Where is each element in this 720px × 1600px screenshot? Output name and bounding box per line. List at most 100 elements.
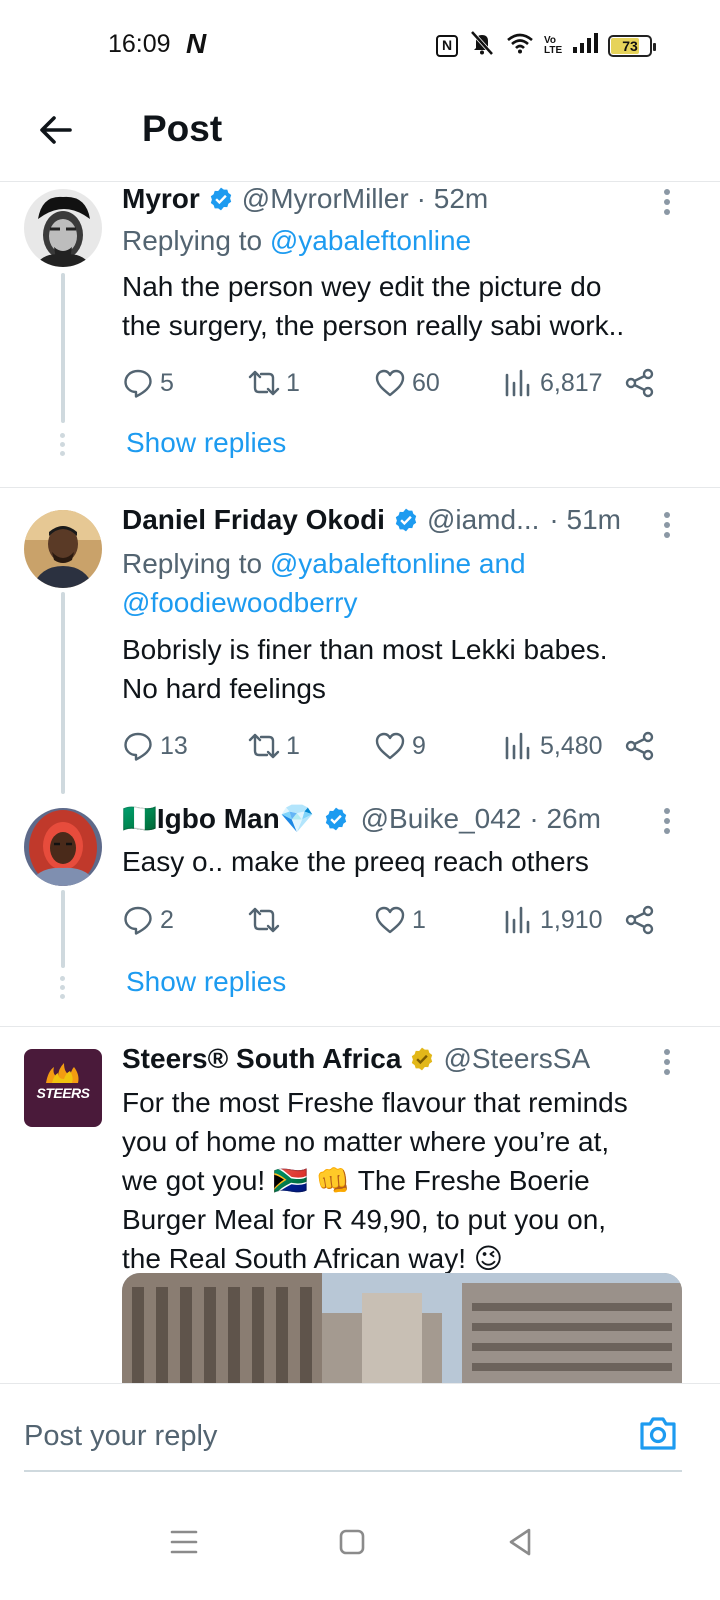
- reply-input[interactable]: Post your reply: [24, 1420, 217, 1453]
- gold-verified-badge-icon: [412, 1047, 433, 1071]
- views-button[interactable]: 6,817: [502, 363, 603, 403]
- author-handle[interactable]: @Buike_042: [361, 803, 522, 835]
- wifi-icon: [506, 32, 534, 59]
- tweet-header: 🇳🇬Igbo Man💎 @Buike_042 · 26m: [122, 802, 680, 835]
- repost-button[interactable]: 1: [248, 726, 300, 766]
- status-time: 16:09: [108, 30, 171, 58]
- back-nav-icon[interactable]: [500, 1522, 540, 1562]
- mention-link[interactable]: @yabaleftonline: [270, 225, 471, 256]
- signal-icon: [572, 32, 598, 59]
- repost-count: 1: [286, 731, 300, 760]
- author-name[interactable]: Daniel Friday Okodi: [122, 504, 385, 536]
- heart-icon: [375, 369, 405, 397]
- author-handle[interactable]: @MyrorMiller: [242, 183, 409, 215]
- tweet-myror[interactable]: Myror @MyrorMiller · 52m Replying to @ya…: [0, 183, 720, 488]
- verified-badge-icon: [210, 187, 231, 211]
- text-line: Nah the person wey edit the picture do: [122, 271, 602, 302]
- repost-button[interactable]: 1: [248, 363, 300, 403]
- more-options-icon[interactable]: [664, 189, 672, 219]
- avatar[interactable]: [24, 510, 102, 588]
- avatar[interactable]: [24, 808, 102, 886]
- tweet-time: · 51m: [549, 504, 621, 535]
- text-line: Easy o.. make the preeq reach others: [122, 846, 589, 877]
- text-line: you of home no matter where you’re at,: [122, 1126, 610, 1157]
- thread-dots: [60, 976, 66, 1003]
- avatar[interactable]: [24, 189, 102, 267]
- tweet-text: Nah the person wey edit the picture do t…: [122, 267, 676, 345]
- tweet-text: For the most Freshe flavour that reminds…: [122, 1083, 680, 1278]
- tweet-media-image[interactable]: [122, 1273, 682, 1383]
- repost-button[interactable]: [248, 900, 286, 940]
- back-arrow-icon[interactable]: [36, 110, 76, 150]
- share-button[interactable]: [624, 900, 662, 940]
- status-icons: N Vo LTE 73: [436, 30, 656, 61]
- text-line: For the most Freshe flavour that reminds: [122, 1087, 628, 1118]
- views-icon: [505, 369, 530, 397]
- author-name[interactable]: Steers® South Africa: [122, 1043, 401, 1075]
- reply-button[interactable]: 13: [122, 726, 188, 766]
- text-line: Burger Meal for R 49,90, to put you on,: [122, 1204, 607, 1235]
- more-options-icon[interactable]: [664, 512, 672, 542]
- mention-link[interactable]: @yabaleftonline and: [270, 548, 526, 579]
- mention-link[interactable]: @foodiewoodberry: [122, 583, 680, 622]
- author-name[interactable]: 🇳🇬Igbo Man💎: [122, 802, 315, 835]
- like-count: 1: [412, 905, 426, 934]
- battery-level: 73: [622, 37, 638, 54]
- replying-to: Replying to @yabaleftonline: [122, 221, 680, 260]
- like-count: 9: [412, 731, 426, 760]
- views-icon: [505, 906, 530, 934]
- system-nav-bar: [0, 1490, 720, 1600]
- more-options-icon[interactable]: [664, 1049, 672, 1079]
- view-count: 5,480: [540, 731, 603, 760]
- tweet-igbo-man[interactable]: 🇳🇬Igbo Man💎 @Buike_042 · 26m Easy o.. ma…: [0, 794, 720, 1027]
- page-title: Post: [142, 108, 223, 149]
- view-count: 1,910: [540, 905, 603, 934]
- thread-line: [61, 592, 65, 794]
- status-bar: 16:09 N N Vo LTE 73: [0, 0, 720, 92]
- text-line: the surgery, the person really sabi work…: [122, 310, 625, 341]
- reply-input-underline: [24, 1470, 682, 1472]
- like-button[interactable]: 1: [374, 900, 426, 940]
- more-options-icon[interactable]: [664, 808, 672, 838]
- share-button[interactable]: [624, 363, 662, 403]
- reply-icon: [124, 732, 152, 761]
- menu-nav-icon[interactable]: [164, 1522, 204, 1562]
- show-replies-link[interactable]: Show replies: [126, 427, 286, 459]
- tweet-header: Daniel Friday Okodi @iamd... · 51m: [122, 504, 680, 536]
- like-count: 60: [412, 368, 440, 397]
- verified-badge-icon: [395, 508, 417, 532]
- text-line: we got you! 🇿🇦 👊 The Freshe Boerie: [122, 1165, 590, 1196]
- reply-button[interactable]: 5: [122, 363, 174, 403]
- tweet-time: · 26m: [529, 802, 601, 834]
- app-header: Post: [0, 92, 720, 182]
- home-nav-icon[interactable]: [332, 1522, 372, 1562]
- tweet-time: · 52m: [416, 183, 489, 214]
- views-button[interactable]: 5,480: [502, 726, 603, 766]
- reply-button[interactable]: 2: [122, 900, 174, 940]
- author-handle[interactable]: @iamd...: [427, 504, 539, 536]
- brand-avatar[interactable]: STEERS: [24, 1049, 102, 1127]
- views-button[interactable]: 1,910: [502, 900, 603, 940]
- like-button[interactable]: 9: [374, 726, 426, 766]
- reply-composer[interactable]: Post your reply: [0, 1383, 720, 1489]
- like-button[interactable]: 60: [374, 363, 440, 403]
- author-name[interactable]: Myror: [122, 183, 200, 215]
- tweet-daniel-friday-okodi[interactable]: Daniel Friday Okodi @iamd... · 51m Reply…: [0, 488, 720, 794]
- heart-icon: [375, 732, 405, 760]
- tweet-header: Steers® South Africa @SteersSA: [122, 1043, 680, 1075]
- reply-feed: Myror @MyrorMiller · 52m Replying to @ya…: [0, 183, 720, 1383]
- author-handle[interactable]: @SteersSA: [443, 1043, 590, 1075]
- camera-icon[interactable]: [638, 1414, 678, 1452]
- tweet-steers-south-africa[interactable]: STEERS Steers® South Africa @SteersSA Fo…: [0, 1027, 720, 1383]
- show-replies-link[interactable]: Show replies: [126, 966, 286, 998]
- reply-icon: [124, 369, 152, 398]
- share-button[interactable]: [624, 726, 662, 766]
- tweet-actions: 13 1 9 5,480: [122, 726, 662, 766]
- repost-icon: [248, 733, 280, 759]
- reply-count: 5: [160, 368, 174, 397]
- tweet-text: Easy o.. make the preeq reach others: [122, 842, 676, 881]
- replying-prefix: Replying to: [122, 548, 270, 579]
- tweet-actions: 5 1 60 6,817: [122, 363, 662, 403]
- tweet-header: Myror @MyrorMiller · 52m: [122, 183, 680, 215]
- reply-icon: [124, 906, 152, 935]
